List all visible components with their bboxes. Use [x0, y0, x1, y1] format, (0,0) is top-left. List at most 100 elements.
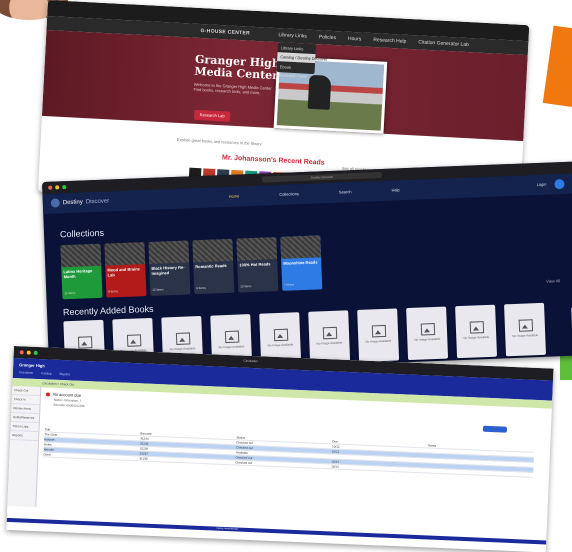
circulation-sidebar: Check Out Check In Renew Items Holds/Reserv…: [7, 385, 42, 508]
image-placeholder-icon: [224, 330, 240, 344]
destiny-logo[interactable]: Destiny Discover: [50, 196, 110, 208]
tab-help[interactable]: Help: [391, 187, 399, 192]
close-dot-icon[interactable]: [48, 185, 53, 190]
book-card[interactable]: No Image Available: [308, 310, 351, 364]
site-brand[interactable]: G-HOUSE CENTER: [200, 28, 250, 37]
circulation-window: Circulation Granger High Circulation Cat…: [6, 346, 554, 552]
collection-image: [280, 235, 322, 259]
brand-sub: Discover: [85, 197, 110, 205]
no-image-caption: No Image Available: [169, 346, 196, 352]
destiny-discover-window: Destiny Discover Destiny Discover Home C…: [42, 161, 572, 376]
dropdown-item[interactable]: Library Links: [278, 42, 316, 52]
collection-image: [192, 238, 234, 263]
no-image-caption: No Image Available: [414, 336, 441, 342]
collection-card[interactable]: Mood and Brains Lab 8 items: [104, 242, 147, 298]
breadcrumb[interactable]: Circulation > Check Out: [42, 381, 74, 386]
book-card[interactable]: No Image Available: [504, 302, 547, 357]
image-placeholder-icon: [77, 336, 93, 349]
nav-research-help[interactable]: Research Help: [373, 37, 406, 45]
collection-count: 11 items: [64, 290, 76, 296]
image-placeholder-icon: [469, 321, 485, 334]
no-image-caption: No Image Available: [316, 340, 343, 346]
window-title: Circulation: [243, 358, 258, 364]
image-placeholder-icon: [371, 324, 387, 338]
collection-card[interactable]: 100% Hot Reads 10 items: [236, 237, 279, 293]
view-all-link[interactable]: View All: [546, 278, 560, 284]
tab-catalog[interactable]: Catalog: [41, 371, 52, 375]
collection-image: [60, 243, 102, 268]
minimize-dot-icon[interactable]: [55, 185, 60, 190]
collection-image: [148, 240, 190, 264]
collection-label: 100% Hot Reads: [239, 261, 271, 268]
no-image-caption: No Image Available: [463, 334, 490, 340]
no-image-caption: No Image Available: [218, 344, 245, 350]
collection-card[interactable]: Moonshine Reads 7 items: [280, 235, 323, 291]
hero-caption: Explore great books and resources in the…: [176, 136, 262, 147]
nav-policies[interactable]: Policies: [319, 34, 337, 41]
page-subtitle: Welcome to the Granger High Media Center…: [193, 81, 273, 96]
collection-label: Latinx Heritage Month: [63, 268, 93, 280]
book-card[interactable]: No Image Available: [455, 304, 498, 359]
user-avatar-icon[interactable]: [554, 178, 565, 190]
window-controls: [48, 185, 67, 190]
collection-label: Black History Re-Imagined: [151, 264, 185, 276]
no-image-caption: No Image Available: [267, 342, 294, 348]
close-dot-icon[interactable]: [19, 350, 24, 355]
nav-hours[interactable]: Hours: [348, 36, 362, 43]
brand-name: Destiny: [62, 198, 83, 206]
collection-card[interactable]: Latinx Heritage Month 11 items: [60, 243, 103, 300]
image-placeholder-icon: [175, 332, 191, 345]
tab-collections[interactable]: Collections: [279, 191, 299, 197]
library-links-dropdown: Library Links Catalog / Destiny Discover…: [276, 42, 328, 79]
page-title: Granger High Media Center: [194, 52, 281, 83]
orange-decoration: [542, 25, 572, 109]
minimize-dot-icon[interactable]: [26, 350, 31, 355]
collection-count: 7 items: [284, 282, 294, 287]
collection-label: Moonshine Reads: [283, 259, 318, 266]
image-placeholder-icon: [322, 326, 338, 340]
tab-reports[interactable]: Reports: [59, 372, 70, 376]
image-placeholder-icon: [273, 328, 289, 342]
collection-count: 10 items: [240, 284, 252, 289]
collections-heading: Collections: [59, 227, 105, 240]
tab-home[interactable]: Home: [229, 193, 240, 198]
no-image-caption: No Image Available: [365, 338, 392, 344]
collection-count: 8 items: [108, 289, 118, 294]
collection-count: 9 items: [196, 285, 206, 291]
book-card[interactable]: No Image Available: [406, 306, 449, 361]
collections-row: Latinx Heritage Month 11 items Mood and Br…: [60, 235, 323, 300]
book-card[interactable]: No Image Available: [357, 308, 400, 362]
image-placeholder-icon: [126, 334, 142, 347]
collection-card[interactable]: Black History Re-Imagined 12 items: [148, 240, 191, 296]
circulation-tabs: Circulation Catalog Reports: [19, 370, 70, 376]
checkout-table: Title Barcode Status Due Notes The Giver 31234…: [43, 427, 535, 478]
image-placeholder-icon: [420, 323, 436, 336]
collection-count: 12 items: [152, 287, 164, 292]
collection-image: [236, 237, 278, 261]
footer-bar: [6, 517, 547, 545]
tab-search[interactable]: Search: [339, 189, 352, 194]
destiny-logo-icon: [50, 198, 60, 208]
collection-label: Romantic Reads: [195, 262, 227, 270]
collection-image: [104, 242, 146, 266]
research-lab-button[interactable]: Research Lab: [193, 109, 231, 122]
no-image-caption: No Image Available: [512, 333, 539, 339]
discover-tabs: Home Collections Search Help: [229, 187, 400, 199]
nav-library-links[interactable]: Library Links: [278, 32, 307, 39]
tab-circulation[interactable]: Circulation: [19, 370, 33, 375]
collection-label: Mood and Brains Lab: [107, 266, 140, 278]
maximize-dot-icon[interactable]: [33, 350, 38, 355]
nav-citation[interactable]: Citation Generator Lab: [418, 39, 469, 48]
school-name: Granger High: [19, 362, 45, 369]
image-placeholder-icon: [518, 319, 534, 332]
maximize-dot-icon[interactable]: [62, 185, 67, 190]
alert-icon: [45, 391, 51, 397]
collection-card[interactable]: Romantic Reads 9 items: [192, 238, 235, 295]
recent-reads-heading: Mr. Johansson's Recent Reads: [221, 154, 325, 167]
sidebar-item[interactable]: Reports: [10, 430, 39, 442]
window-controls: [19, 350, 38, 355]
recently-added-heading: Recently Added Books: [62, 303, 154, 318]
statue-shape: [307, 74, 332, 110]
print-button[interactable]: [482, 425, 508, 433]
login-link[interactable]: Login: [537, 182, 547, 187]
